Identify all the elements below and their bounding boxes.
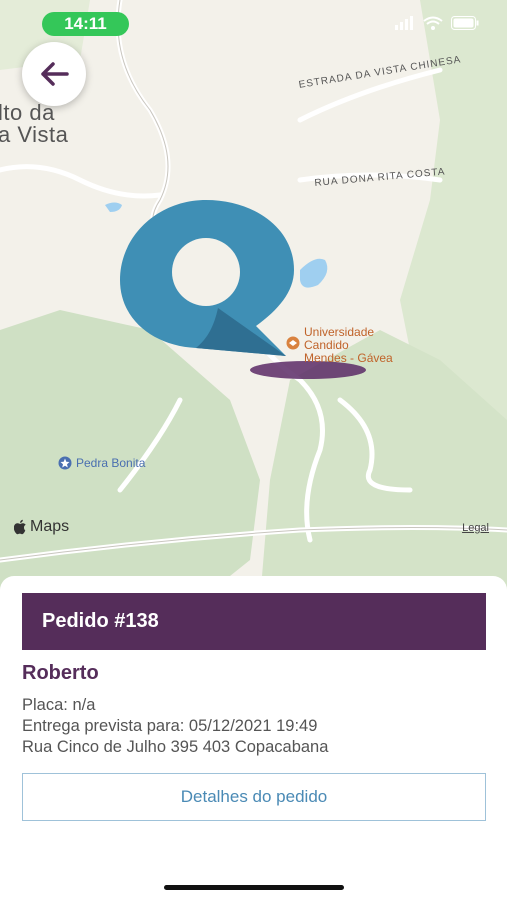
arrow-left-icon <box>41 62 69 86</box>
maps-attribution: Maps <box>14 518 69 536</box>
place-label-line2: a Vista <box>0 122 69 147</box>
location-marker-icon <box>120 200 294 356</box>
university-icon <box>286 336 300 350</box>
status-time: 14:11 <box>42 12 129 36</box>
back-button[interactable] <box>22 42 86 106</box>
park-icon <box>58 456 72 470</box>
legal-link[interactable]: Legal <box>462 522 489 534</box>
poi-park-label: Pedra Bonita <box>76 456 146 470</box>
address-info: Rua Cinco de Julho 395 403 Copacabana <box>22 738 329 756</box>
order-details-button[interactable]: Detalhes do pedido <box>22 773 486 821</box>
order-title: Pedido #138 <box>22 593 486 650</box>
home-indicator[interactable] <box>164 885 344 890</box>
order-sheet: Pedido #138 Roberto Placa: n/a Entrega p… <box>0 576 507 900</box>
delivery-info: Entrega prevista para: 05/12/2021 19:49 <box>22 717 318 735</box>
poi-university-line3: Mendes - Gávea <box>304 351 393 365</box>
status-icons <box>395 16 479 30</box>
wifi-icon <box>423 16 443 30</box>
apple-logo-icon <box>14 519 26 535</box>
battery-icon <box>451 16 479 30</box>
customer-name: Roberto <box>22 662 99 684</box>
plate-info: Placa: n/a <box>22 696 96 714</box>
map-view[interactable]: 14:11 lto da a Vista ESTRADA DA VISTA CH… <box>0 0 507 600</box>
signal-icon <box>395 16 413 30</box>
maps-attribution-text: Maps <box>30 518 70 535</box>
